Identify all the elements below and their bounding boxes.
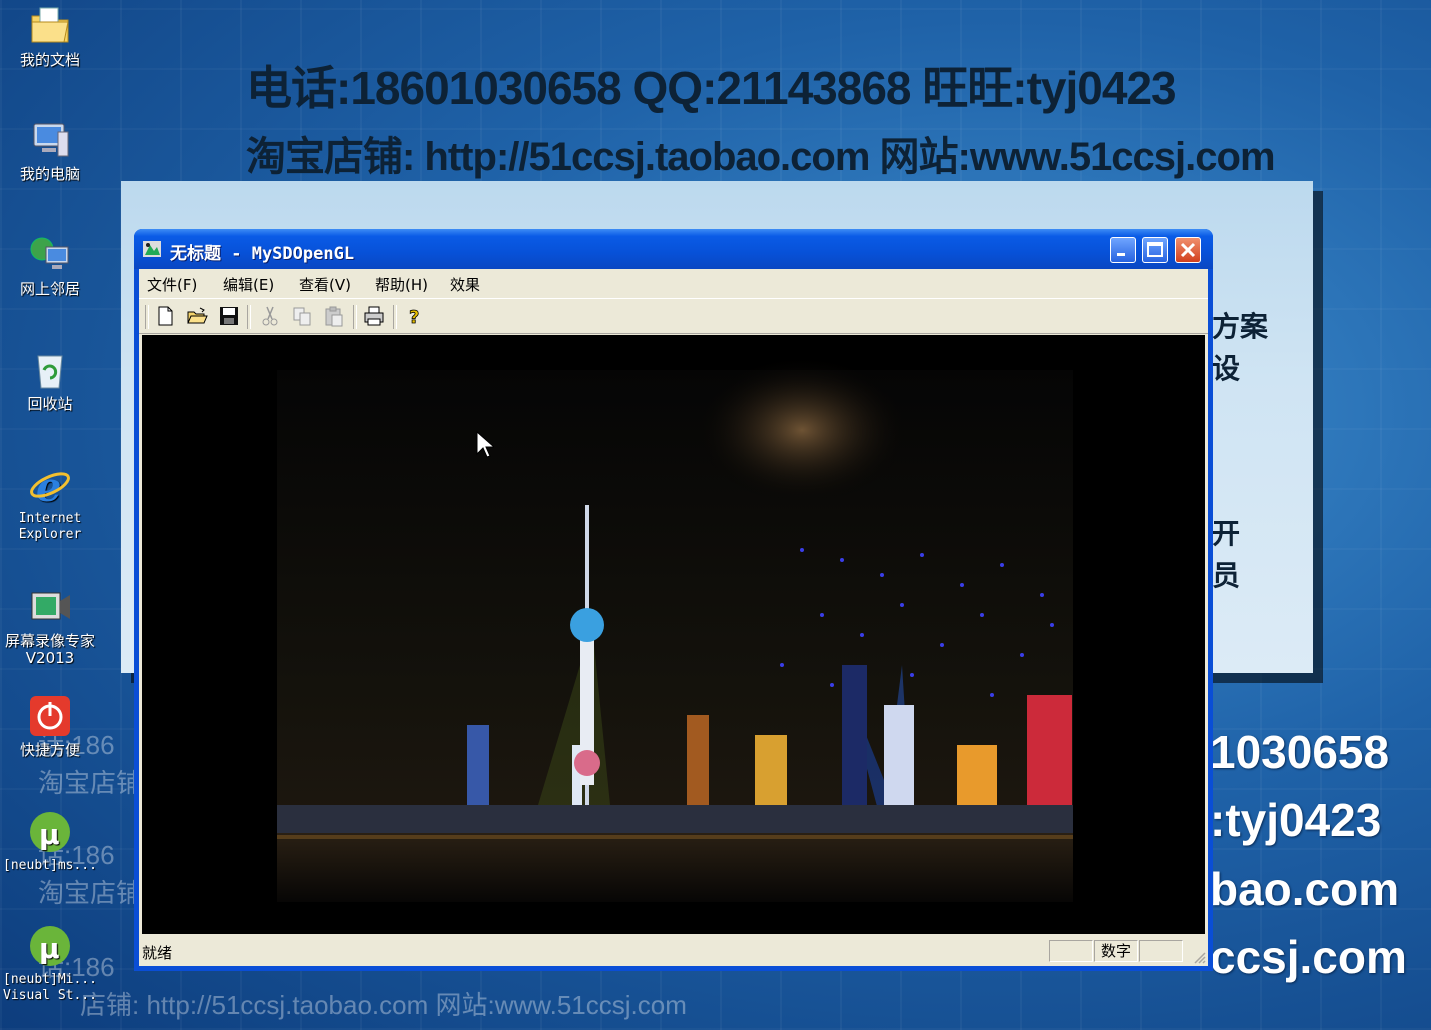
desktop-icon-network[interactable]: 网上邻居 [0, 233, 100, 298]
cut-icon[interactable] [259, 305, 281, 327]
menu-file[interactable]: 文件(F) [147, 274, 197, 295]
status-bar: 就绪 数字 [139, 936, 1208, 966]
resize-grip-icon[interactable] [1192, 950, 1206, 964]
svg-text:e: e [36, 464, 61, 507]
wallpaper-faint-text: 店铺: http://51ccsj.taobao.com 网站:www.51cc… [80, 990, 687, 1020]
toolbar: ? [139, 298, 1208, 334]
mouse-cursor-icon [476, 431, 494, 458]
menu-edit[interactable]: 编辑(E) [223, 274, 274, 295]
network-icon [28, 233, 72, 277]
power-icon [28, 694, 72, 738]
svg-text:µ: µ [39, 932, 60, 965]
desktop-icon-torrent-2[interactable]: µ [neubt]Mi... Visual St... [0, 924, 100, 1004]
menu-help[interactable]: 帮助(H) [375, 274, 428, 295]
wallpaper-text: :tyj0423 [1210, 794, 1382, 846]
ie-icon: e [28, 463, 72, 511]
toolbar-separator [247, 305, 251, 329]
desktop-icon-label: [neubt]ms... [3, 858, 97, 873]
svg-text:µ: µ [39, 818, 60, 851]
title-bar[interactable]: 无标题 - MySDOpenGL [134, 229, 1213, 269]
recycle-bin-icon [28, 348, 72, 392]
desktop-icon-screen-recorder[interactable]: 屏幕录像专家 V2013 [0, 585, 100, 667]
new-icon[interactable] [154, 305, 176, 327]
wallpaper-text: ccsj.com [1210, 931, 1407, 983]
panel-text-fragment: 员 [1212, 559, 1241, 592]
utorrent-icon: µ [28, 924, 72, 968]
desktop-icon-label: 屏幕录像专家 V2013 [4, 632, 95, 667]
close-icon [1180, 242, 1196, 258]
wallpaper-faint-text: 淘宝店铺: [38, 768, 150, 798]
status-text: 就绪 [142, 944, 173, 962]
maximize-button[interactable] [1142, 237, 1168, 263]
window-client: 文件(F) 编辑(E) 查看(V) 帮助(H) 效果 ? 就绪 数字 [139, 269, 1208, 966]
desktop-icon-recycle-bin[interactable]: 回收站 [0, 348, 100, 413]
desktop-icon-label: 快捷方便 [19, 741, 80, 759]
toolbar-separator [393, 305, 397, 329]
folder-documents-icon [28, 4, 72, 48]
minimize-button[interactable] [1110, 237, 1136, 263]
maximize-icon [1147, 242, 1163, 257]
desktop-icon-label: [neubt]Mi... Visual St... [3, 972, 97, 1003]
desktop-icon-my-documents[interactable]: 我的文档 [0, 4, 100, 69]
toolbar-separator [353, 305, 357, 329]
desktop-icon-label: 我的文档 [19, 51, 80, 69]
desktop-icon-label: 我的电脑 [19, 165, 80, 183]
window-title: 无标题 - MySDOpenGL [170, 244, 355, 264]
svg-text:?: ? [409, 307, 419, 327]
menu-view[interactable]: 查看(V) [299, 274, 351, 295]
status-num-lock: 数字 [1094, 940, 1138, 962]
desktop-icon-torrent-1[interactable]: µ [neubt]ms... [0, 810, 100, 874]
wallpaper-text: 1030658 [1210, 726, 1390, 778]
status-pane-empty [1139, 940, 1183, 962]
close-button[interactable] [1175, 237, 1201, 263]
utorrent-icon: µ [28, 810, 72, 854]
banner-contact-line: 电话:18601030658 QQ:21143868 旺旺:tyj0423 [246, 62, 1177, 114]
status-pane-empty [1049, 940, 1093, 962]
panel-text-fragment: 设 [1212, 352, 1241, 385]
desktop-icon-label: 网上邻居 [19, 280, 80, 298]
banner-url-line: 淘宝店铺: http://51ccsj.taobao.com 网站:www.51… [246, 135, 1276, 179]
help-icon[interactable]: ? [404, 305, 426, 329]
wallpaper-faint-text: 淘宝店铺: [38, 878, 150, 908]
toolbar-separator [145, 305, 149, 329]
desktop-banner: 电话:18601030658 QQ:21143868 旺旺:tyj0423 淘宝… [246, 52, 1276, 182]
minimize-icon [1117, 253, 1125, 256]
print-icon[interactable] [363, 305, 385, 327]
screen-recorder-icon [28, 585, 72, 629]
app-icon [142, 239, 162, 259]
city-night-scene [142, 335, 1201, 934]
desktop-icon-label: Internet Explorer [18, 511, 82, 542]
desktop-icon-label: 回收站 [27, 395, 73, 413]
desktop-icon-my-computer[interactable]: 我的电脑 [0, 118, 100, 183]
opengl-view[interactable] [142, 335, 1205, 934]
paste-icon[interactable] [323, 305, 345, 327]
menu-bar: 文件(F) 编辑(E) 查看(V) 帮助(H) 效果 [139, 269, 1208, 297]
desktop-icon-shortcut[interactable]: 快捷方便 [0, 694, 100, 759]
desktop-icon-internet-explorer[interactable]: e Internet Explorer [0, 463, 100, 543]
open-icon[interactable] [186, 305, 208, 327]
menu-effects[interactable]: 效果 [450, 274, 480, 295]
save-icon[interactable] [218, 305, 240, 327]
copy-icon[interactable] [291, 305, 313, 327]
wallpaper-text: bao.com [1210, 863, 1400, 915]
app-window: 无标题 - MySDOpenGL 文件(F) 编辑(E) 查看(V) 帮助(H)… [134, 229, 1213, 971]
computer-icon [28, 118, 72, 162]
panel-text-fragment: 方案 [1212, 310, 1269, 343]
panel-text-fragment: 开 [1212, 517, 1241, 550]
